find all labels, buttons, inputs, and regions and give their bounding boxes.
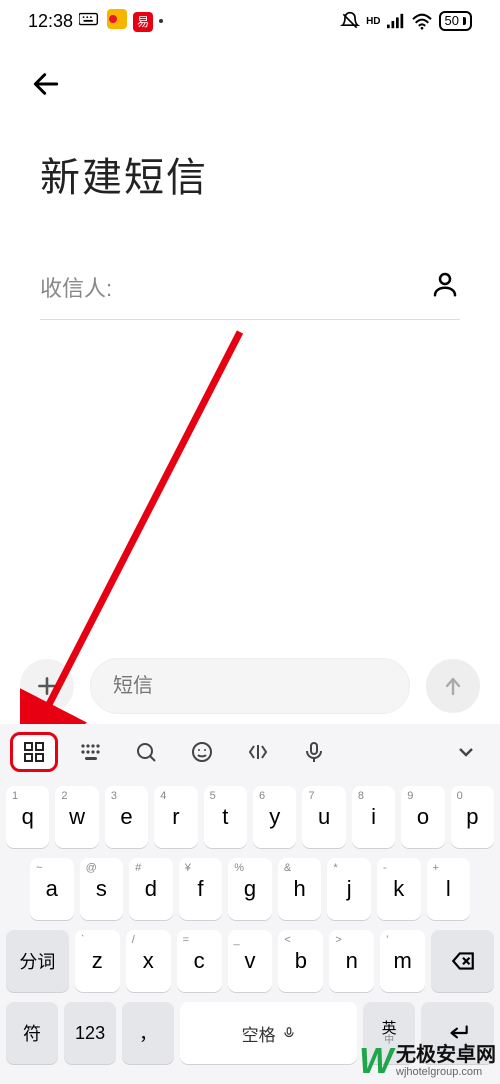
key-i[interactable]: 8i — [352, 786, 395, 848]
arrow-left-icon — [30, 68, 62, 100]
key-l[interactable]: +l — [427, 858, 471, 920]
key-g[interactable]: %g — [228, 858, 272, 920]
key-z[interactable]: `z — [75, 930, 120, 992]
key-f[interactable]: ¥f — [179, 858, 223, 920]
key-o[interactable]: 9o — [401, 786, 444, 848]
space-key[interactable]: 空格 — [180, 1002, 357, 1064]
backspace-icon — [450, 948, 476, 974]
keyboard-menu-button[interactable] — [10, 732, 58, 772]
signal-icon — [387, 13, 405, 29]
key-y[interactable]: 6y — [253, 786, 296, 848]
key-q[interactable]: 1q — [6, 786, 49, 848]
watermark-title: 无极安卓网 — [396, 1044, 496, 1066]
status-bar: 12:38 易 HD 50 — [0, 0, 500, 42]
add-attachment-button[interactable] — [20, 659, 74, 713]
message-input[interactable] — [90, 658, 410, 714]
keyboard: 1q2w3e4r5t6y7u8i9o0p ~a@s#d¥f%g&h*j-k+l … — [0, 724, 500, 1084]
key-n[interactable]: >n — [329, 930, 374, 992]
wifi-icon — [411, 12, 433, 30]
person-icon — [430, 269, 460, 299]
hd-icon: HD — [366, 16, 380, 27]
compose-bar — [0, 658, 500, 714]
numbers-key[interactable]: 123 — [64, 1002, 116, 1064]
key-a[interactable]: ~a — [30, 858, 74, 920]
dnd-icon — [340, 11, 360, 31]
page-title: 新建短信 — [0, 113, 500, 233]
grid-icon — [22, 740, 46, 764]
comma-key[interactable]: ， — [122, 1002, 174, 1064]
contacts-button[interactable] — [430, 269, 460, 305]
key-u[interactable]: 7u — [302, 786, 345, 848]
netease-icon: 易 — [133, 10, 153, 32]
watermark-logo-icon: W — [359, 1040, 390, 1082]
key-d[interactable]: #d — [129, 858, 173, 920]
more-indicator-icon — [159, 19, 163, 23]
status-time: 12:38 — [28, 11, 73, 32]
shift-key[interactable]: 分词 — [6, 930, 69, 992]
key-v[interactable]: _v — [228, 930, 273, 992]
cursor-icon — [246, 740, 270, 764]
keyboard-search-button[interactable] — [122, 732, 170, 772]
keyboard-toolbar — [0, 724, 500, 780]
key-w[interactable]: 2w — [55, 786, 98, 848]
key-t[interactable]: 5t — [204, 786, 247, 848]
weibo-icon — [107, 9, 127, 34]
key-b[interactable]: <b — [278, 930, 323, 992]
watermark: W 无极安卓网 wjhotelgroup.com — [359, 1040, 500, 1084]
mic-small-icon — [282, 1026, 296, 1040]
backspace-key[interactable] — [431, 930, 494, 992]
keyboard-collapse-button[interactable] — [442, 732, 490, 772]
key-h[interactable]: &h — [278, 858, 322, 920]
keyboard-icon — [78, 740, 102, 764]
watermark-url: wjhotelgroup.com — [396, 1066, 496, 1078]
keyboard-voice-button[interactable] — [290, 732, 338, 772]
mic-icon — [302, 740, 326, 764]
key-r[interactable]: 4r — [154, 786, 197, 848]
key-s[interactable]: @s — [80, 858, 124, 920]
key-e[interactable]: 3e — [105, 786, 148, 848]
symbols-key[interactable]: 符 — [6, 1002, 58, 1064]
search-icon — [134, 740, 158, 764]
arrow-up-icon — [441, 674, 465, 698]
key-j[interactable]: *j — [327, 858, 371, 920]
key-m[interactable]: 'm — [380, 930, 425, 992]
key-p[interactable]: 0p — [451, 786, 494, 848]
key-c[interactable]: =c — [177, 930, 222, 992]
keyboard-status-icon — [79, 11, 101, 32]
key-k[interactable]: -k — [377, 858, 421, 920]
plus-icon — [34, 673, 60, 699]
back-button[interactable] — [24, 62, 68, 109]
recipient-label[interactable]: 收信人: — [40, 271, 112, 303]
send-button[interactable] — [426, 659, 480, 713]
emoji-icon — [190, 740, 214, 764]
keyboard-switch-button[interactable] — [66, 732, 114, 772]
key-x[interactable]: /x — [126, 930, 171, 992]
chevron-down-icon — [454, 740, 478, 764]
keyboard-cursor-button[interactable] — [234, 732, 282, 772]
keyboard-emoji-button[interactable] — [178, 732, 226, 772]
battery-icon: 50 — [439, 11, 472, 31]
